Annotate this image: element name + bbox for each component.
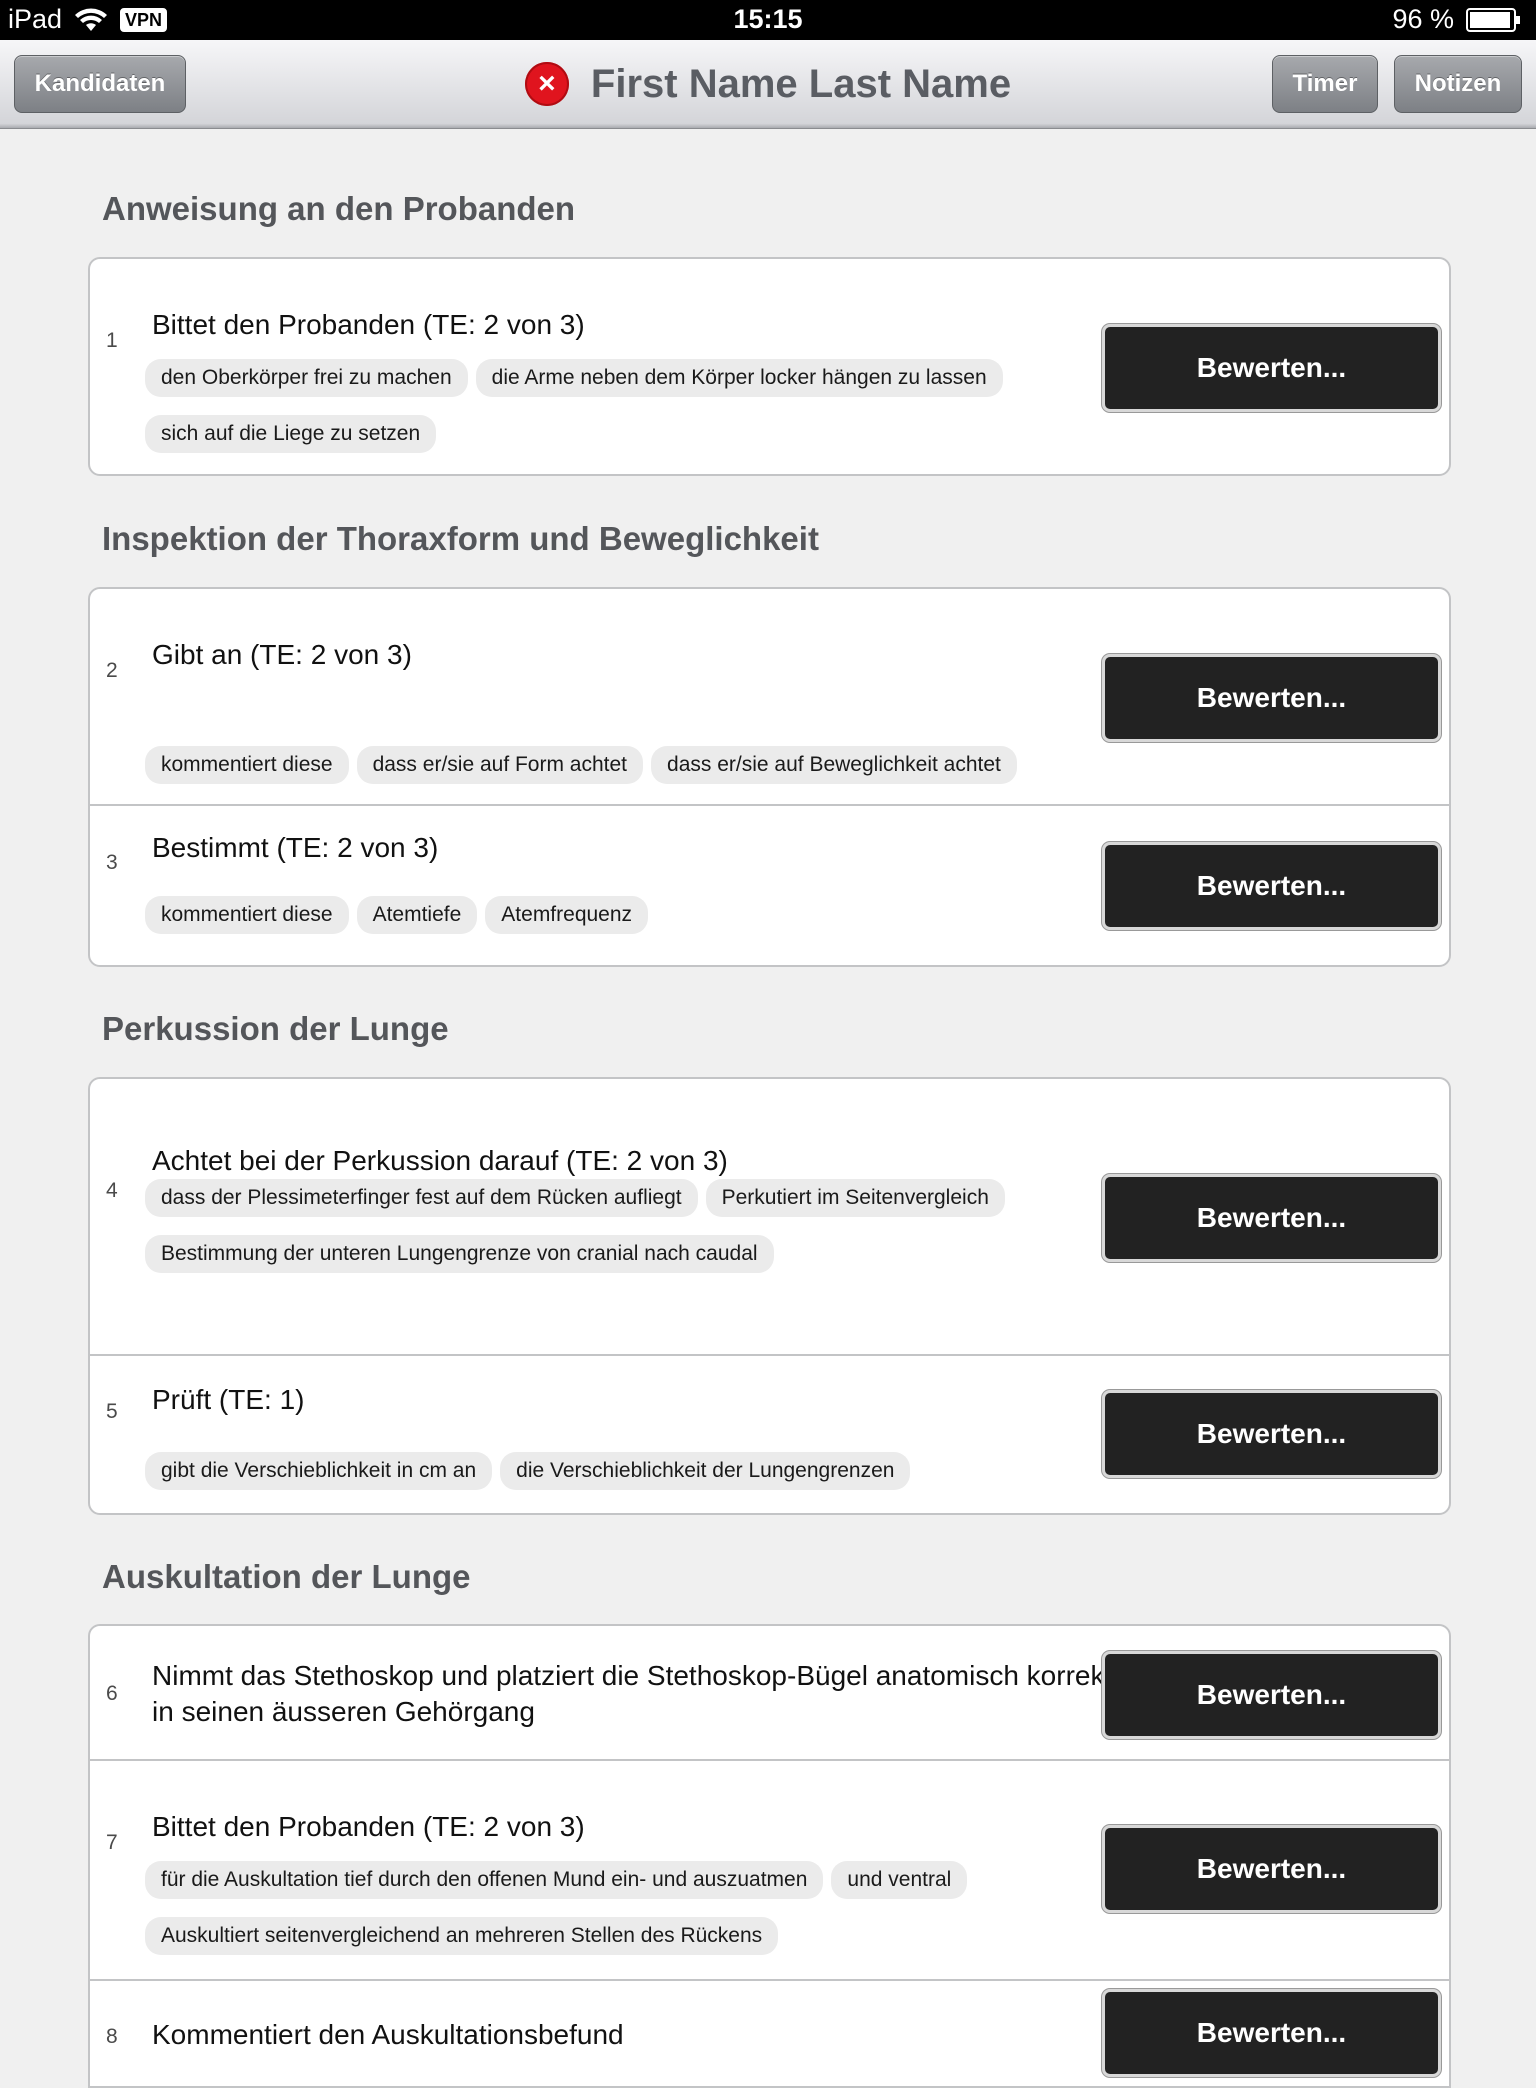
tag: die Verschieblichkeit der Lungengrenzen [500, 1452, 911, 1490]
tag: kommentiert diese [145, 746, 349, 784]
rate-button[interactable]: Bewerten... [1102, 1174, 1441, 1262]
tag: dass der Plessimeterfinger fest auf dem … [145, 1179, 698, 1217]
tag-group: den Oberkörper frei zu machen die Arme n… [145, 359, 1105, 453]
section-title: Auskultation der Lunge [102, 1558, 471, 1595]
item-number: 2 [106, 659, 118, 682]
rate-button[interactable]: Bewerten... [1102, 1390, 1441, 1478]
tag: sich auf die Liege zu setzen [145, 415, 437, 453]
list-item: 6 Nimmt das Stethoskop und platziert die… [90, 1626, 1449, 1759]
item-number: 4 [106, 1179, 118, 1202]
item-text: Prüft (TE: 1) [152, 1384, 305, 1415]
rate-button[interactable]: Bewerten... [1102, 842, 1441, 930]
rate-button[interactable]: Bewerten... [1102, 324, 1441, 412]
tag: und ventral [831, 1861, 968, 1899]
item-text: Bittet den Probanden (TE: 2 von 3) [152, 309, 585, 340]
list-item: 3 Bestimmt (TE: 2 von 3) kommentiert die… [90, 804, 1449, 965]
tag-group: für die Auskultation tief durch den offe… [145, 1861, 1105, 1955]
tag: Atemtiefe [356, 896, 478, 934]
navigation-bar: Kandidaten × First Name Last Name Timer … [0, 40, 1536, 129]
list-item: 2 Gibt an (TE: 2 von 3) kommentiert dies… [90, 589, 1449, 804]
section-card: 6 Nimmt das Stethoskop und platziert die… [88, 1624, 1451, 2088]
tag-group: dass der Plessimeterfinger fest auf dem … [145, 1179, 1105, 1273]
tag: Auskultiert seitenvergleichend an mehrer… [145, 1917, 779, 1955]
item-number: 7 [106, 1831, 118, 1854]
item-number: 5 [106, 1400, 118, 1423]
battery-percent: 96 % [1392, 4, 1454, 34]
section-card: 2 Gibt an (TE: 2 von 3) kommentiert dies… [88, 587, 1451, 967]
tag: Perkutiert im Seitenvergleich [705, 1179, 1005, 1217]
item-number: 3 [106, 851, 118, 874]
status-bar: iPad VPN 15:15 96 % [0, 0, 1536, 40]
item-number: 6 [106, 1682, 118, 1705]
page-title: First Name Last Name [590, 61, 1012, 106]
list-item: 5 Prüft (TE: 1) gibt die Verschieblichke… [90, 1354, 1449, 1513]
tag-group: gibt die Verschieblichkeit in cm an die … [145, 1452, 1135, 1490]
list-item: 8 Kommentiert den Auskultationsbefund Be… [90, 1979, 1449, 2086]
list-item: 1 Bittet den Probanden (TE: 2 von 3) den… [90, 259, 1449, 474]
rate-button[interactable]: Bewerten... [1102, 1825, 1441, 1913]
rate-button[interactable]: Bewerten... [1102, 1989, 1441, 2077]
section-title: Perkussion der Lunge [102, 1010, 449, 1047]
item-text: Achtet bei der Perkussion darauf (TE: 2 … [152, 1145, 728, 1176]
list-item: 4 Achtet bei der Perkussion darauf (TE: … [90, 1079, 1449, 1354]
item-text: Nimmt das Stethoskop und platziert die S… [152, 1660, 1113, 1727]
tag: für die Auskultation tief durch den offe… [145, 1861, 824, 1899]
tag: gibt die Verschieblichkeit in cm an [145, 1452, 493, 1490]
list-item: 7 Bittet den Probanden (TE: 2 von 3) für… [90, 1759, 1449, 1981]
item-text: Bittet den Probanden (TE: 2 von 3) [152, 1811, 585, 1842]
item-text: Gibt an (TE: 2 von 3) [152, 639, 412, 670]
tag: den Oberkörper frei zu machen [145, 359, 468, 397]
close-icon[interactable]: × [524, 62, 569, 106]
tag: Bestimmung der unteren Lungengrenze von … [145, 1235, 774, 1273]
rate-button[interactable]: Bewerten... [1102, 654, 1441, 742]
notes-button[interactable]: Notizen [1394, 55, 1522, 113]
item-number: 8 [106, 2025, 118, 2048]
tag: Atemfrequenz [485, 896, 649, 934]
section-card: 4 Achtet bei der Perkussion darauf (TE: … [88, 1077, 1451, 1515]
section-title: Anweisung an den Probanden [102, 190, 576, 227]
rate-button[interactable]: Bewerten... [1102, 1651, 1441, 1739]
tag: dass er/sie auf Beweglichkeit achtet [651, 746, 1017, 784]
timer-button[interactable]: Timer [1272, 55, 1378, 113]
item-number: 1 [106, 329, 118, 352]
clock: 15:15 [733, 4, 803, 34]
tag-group: kommentiert diese dass er/sie auf Form a… [145, 746, 1135, 784]
tag-group: kommentiert diese Atemtiefe Atemfrequenz [145, 896, 1135, 934]
tag: die Arme neben dem Körper locker hängen … [475, 359, 1003, 397]
section-title: Inspektion der Thoraxform und Beweglichk… [102, 520, 819, 557]
battery-icon [1466, 7, 1520, 32]
tag: kommentiert diese [145, 896, 349, 934]
item-text: Bestimmt (TE: 2 von 3) [152, 832, 439, 863]
tag: dass er/sie auf Form achtet [356, 746, 644, 784]
section-card: 1 Bittet den Probanden (TE: 2 von 3) den… [88, 257, 1451, 476]
